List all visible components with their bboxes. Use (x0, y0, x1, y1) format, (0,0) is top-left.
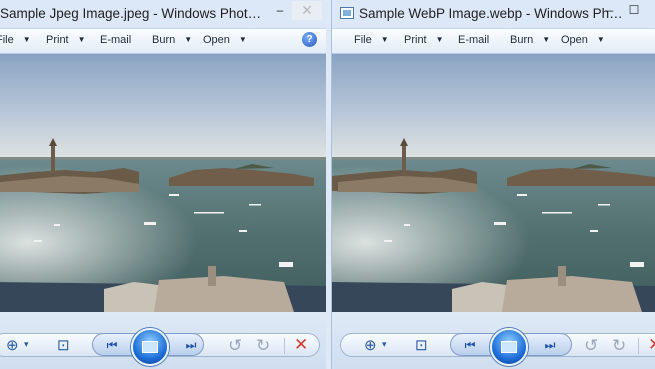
photo-viewer-window-jpeg: Sample Jpeg Image.jpeg - Windows Phot… –… (0, 0, 326, 369)
menu-open[interactable]: Open ▼ (561, 34, 605, 46)
menu-print[interactable]: Print ▼ (404, 34, 444, 46)
chevron-down-icon: ▼ (238, 35, 247, 44)
window-title: Sample Jpeg Image.jpeg - Windows Phot… (0, 6, 262, 21)
zoom-dropdown-icon[interactable]: ▾ (24, 339, 29, 350)
help-icon[interactable]: ? (302, 32, 317, 47)
rotate-clockwise-icon[interactable]: ↻ (256, 336, 270, 356)
photo-view (0, 54, 326, 312)
photo-view (332, 54, 655, 312)
chevron-down-icon: ▼ (435, 35, 444, 44)
rotate-counterclockwise-icon[interactable]: ↺ (584, 336, 598, 356)
slideshow-button[interactable] (131, 328, 169, 366)
menu-open[interactable]: Open ▼ (203, 34, 247, 46)
menu-bar: File▼ Print▼ E-mail Burn▼ Open▼ ? (0, 28, 326, 54)
menu-burn[interactable]: Burn ▼ (510, 34, 550, 46)
zoom-icon[interactable]: ⊕ (6, 336, 19, 354)
photo-viewer-icon (340, 7, 354, 19)
chevron-down-icon: ▼ (184, 35, 193, 44)
chevron-down-icon: ▼ (596, 35, 605, 44)
photo-image (332, 54, 655, 312)
separator (638, 338, 639, 354)
separator (284, 338, 285, 354)
maximize-button[interactable]: ☐ (626, 1, 642, 20)
previous-button[interactable]: ⏮ (460, 337, 480, 353)
actual-size-icon[interactable]: ⊡ (415, 336, 428, 354)
chevron-down-icon: ▼ (22, 35, 31, 44)
chevron-down-icon: ▼ (542, 35, 551, 44)
next-button[interactable]: ⏭ (181, 337, 201, 353)
zoom-dropdown-icon[interactable]: ▾ (382, 339, 387, 350)
chevron-down-icon: ▼ (380, 35, 389, 44)
slideshow-button[interactable] (490, 328, 528, 366)
delete-icon[interactable]: ✕ (648, 335, 655, 355)
minimize-button[interactable]: – (272, 1, 288, 20)
photo-viewer-window-webp: Sample WebP Image.webp - Windows Ph… – ☐… (331, 0, 655, 369)
next-button[interactable]: ⏭ (540, 337, 560, 353)
menu-email[interactable]: E-mail (458, 34, 489, 46)
actual-size-icon[interactable]: ⊡ (57, 336, 70, 354)
viewer-controls: ⊕ ▾ ⊡ ⏮ ⏭ ↺ ↻ ✕ (332, 312, 655, 369)
chevron-down-icon: ▼ (77, 35, 86, 44)
delete-icon[interactable]: ✕ (294, 335, 308, 355)
zoom-icon[interactable]: ⊕ (364, 336, 377, 354)
title-bar[interactable]: Sample Jpeg Image.jpeg - Windows Phot… –… (0, 0, 326, 28)
viewer-controls: ⊕ ▾ ⊡ ⏮ ⏭ ↺ ↻ ✕ (0, 312, 326, 369)
title-bar[interactable]: Sample WebP Image.webp - Windows Ph… – ☐ (332, 0, 655, 28)
close-button[interactable]: ✕ (292, 1, 322, 20)
rotate-counterclockwise-icon[interactable]: ↺ (228, 336, 242, 356)
previous-button[interactable]: ⏮ (102, 337, 122, 353)
menu-file[interactable]: File▼ (0, 34, 31, 46)
photo-image (0, 54, 326, 312)
rotate-clockwise-icon[interactable]: ↻ (612, 336, 626, 356)
menu-bar: File ▼ Print ▼ E-mail Burn ▼ Open ▼ (332, 28, 655, 54)
menu-print[interactable]: Print ▼ (46, 34, 86, 46)
menu-file[interactable]: File▼ (354, 34, 389, 46)
window-title: Sample WebP Image.webp - Windows Ph… (359, 6, 623, 21)
menu-burn[interactable]: Burn ▼ (152, 34, 192, 46)
menu-email[interactable]: E-mail (100, 34, 131, 46)
minimize-button[interactable]: – (602, 1, 618, 20)
